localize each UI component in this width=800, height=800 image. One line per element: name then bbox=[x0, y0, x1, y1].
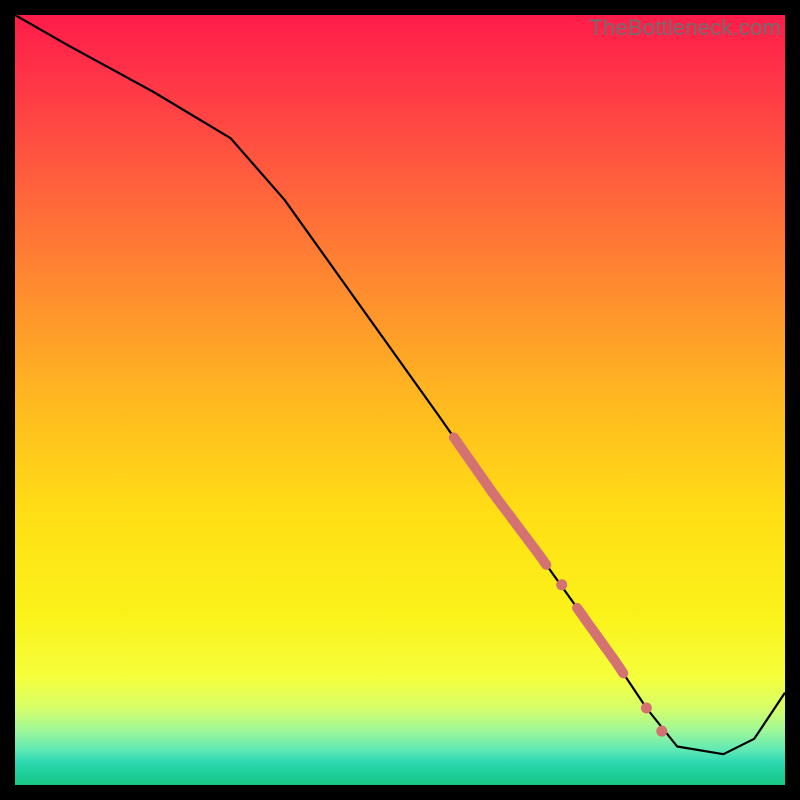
highlight-band-1 bbox=[454, 437, 546, 564]
plot-area: TheBottleneck.com bbox=[15, 15, 785, 785]
bottleneck-curve bbox=[15, 15, 785, 754]
highlight-dot-2 bbox=[641, 703, 652, 714]
highlight-band-2 bbox=[577, 608, 623, 674]
chart-frame: TheBottleneck.com bbox=[0, 0, 800, 800]
highlight-dot-3 bbox=[656, 726, 667, 737]
highlight-dot-1 bbox=[556, 579, 567, 590]
chart-overlay bbox=[15, 15, 785, 785]
